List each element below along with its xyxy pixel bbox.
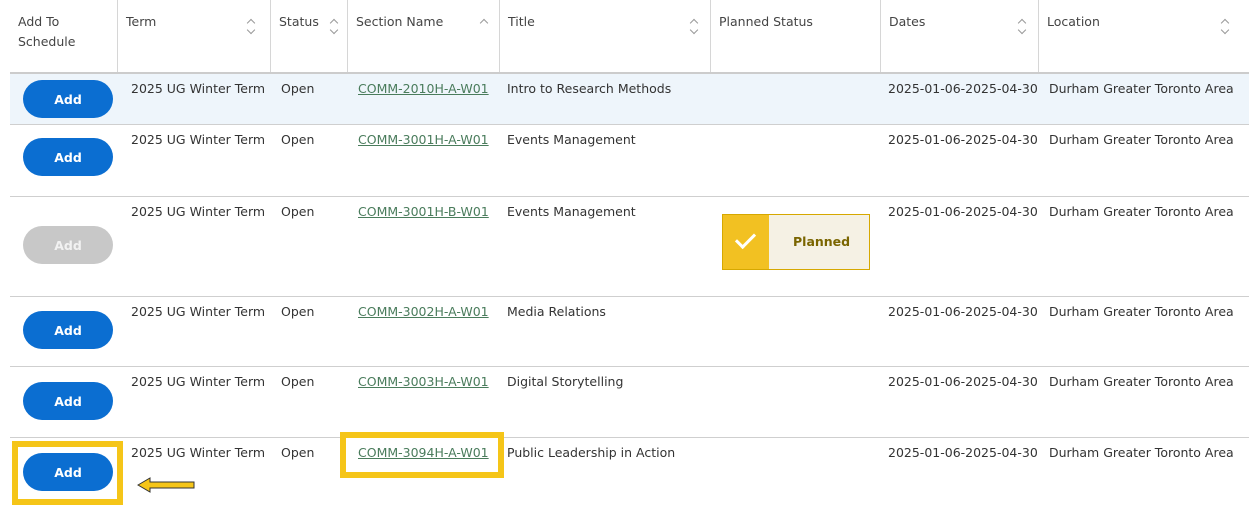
dates-cell: 2025-01-06-2025-04-30 <box>888 204 1038 219</box>
title-cell: Events Management <box>507 204 636 219</box>
location-cell: Durham Greater Toronto Area <box>1049 132 1234 147</box>
status-cell: Open <box>281 304 315 319</box>
table-row: Add 2025 UG Winter Term Open COMM-3001H-… <box>10 125 1249 197</box>
course-sections-table: Add To Schedule Term Status Section Name… <box>10 0 1249 505</box>
header-planned-status: Planned Status <box>710 0 880 72</box>
dates-cell: 2025-01-06-2025-04-30 <box>888 304 1038 319</box>
section-link[interactable]: COMM-3001H-A-W01 <box>358 132 489 147</box>
title-cell: Media Relations <box>507 304 606 319</box>
planned-label: Planned <box>793 234 851 249</box>
term-cell: 2025 UG Winter Term <box>131 374 266 389</box>
table-row: Add 2025 UG Winter Term Open COMM-3001H-… <box>10 197 1249 297</box>
header-title[interactable]: Title <box>499 0 710 72</box>
status-cell: Open <box>281 81 315 96</box>
left-arrow-icon <box>137 477 195 493</box>
title-cell: Public Leadership in Action <box>507 445 676 460</box>
header-section-name[interactable]: Section Name <box>347 0 499 72</box>
add-button[interactable]: Add <box>23 80 113 118</box>
sort-icon[interactable] <box>689 18 699 36</box>
header-status[interactable]: Status <box>270 0 347 72</box>
dates-cell: 2025-01-06-2025-04-30 <box>888 132 1038 147</box>
section-link[interactable]: COMM-3002H-A-W01 <box>358 304 489 319</box>
term-cell: 2025 UG Winter Term <box>131 132 266 147</box>
sort-up-icon[interactable] <box>479 18 489 36</box>
header-dates[interactable]: Dates <box>880 0 1038 72</box>
table-header: Add To Schedule Term Status Section Name… <box>10 0 1249 74</box>
checkmark-icon <box>723 215 769 269</box>
add-button-highlight <box>12 441 123 505</box>
add-button[interactable]: Add <box>23 138 113 176</box>
status-cell: Open <box>281 132 315 147</box>
location-cell: Durham Greater Toronto Area <box>1049 445 1234 460</box>
section-link[interactable]: COMM-3001H-B-W01 <box>358 204 489 219</box>
location-cell: Durham Greater Toronto Area <box>1049 304 1234 319</box>
title-cell: Digital Storytelling <box>507 374 624 389</box>
dates-cell: 2025-01-06-2025-04-30 <box>888 374 1038 389</box>
section-link-highlight <box>340 432 504 478</box>
header-term[interactable]: Term <box>117 0 270 72</box>
sort-icon[interactable] <box>1220 18 1230 36</box>
table-row: Add 2025 UG Winter Term Open COMM-3003H-… <box>10 367 1249 438</box>
title-cell: Events Management <box>507 132 636 147</box>
title-cell: Intro to Research Methods <box>507 81 672 96</box>
sort-icon[interactable] <box>329 18 339 36</box>
table-row: Add 2025 UG Winter Term Open COMM-3094H-… <box>10 438 1249 505</box>
location-cell: Durham Greater Toronto Area <box>1049 374 1234 389</box>
status-cell: Open <box>281 204 315 219</box>
term-cell: 2025 UG Winter Term <box>131 204 266 219</box>
dates-cell: 2025-01-06-2025-04-30 <box>888 445 1038 460</box>
term-cell: 2025 UG Winter Term <box>131 445 266 460</box>
term-cell: 2025 UG Winter Term <box>131 81 266 96</box>
status-cell: Open <box>281 445 315 460</box>
header-location[interactable]: Location <box>1038 0 1238 72</box>
sort-icon[interactable] <box>246 18 256 36</box>
add-button[interactable]: Add <box>23 382 113 420</box>
section-link[interactable]: COMM-2010H-A-W01 <box>358 81 489 96</box>
status-cell: Open <box>281 374 315 389</box>
term-cell: 2025 UG Winter Term <box>131 304 266 319</box>
location-cell: Durham Greater Toronto Area <box>1049 81 1234 96</box>
add-button-disabled: Add <box>23 226 113 264</box>
header-add-to-schedule: Add To Schedule <box>18 14 76 49</box>
table-row: Add 2025 UG Winter Term Open COMM-3002H-… <box>10 297 1249 367</box>
location-cell: Durham Greater Toronto Area <box>1049 204 1234 219</box>
planned-status-badge: Planned <box>722 214 870 270</box>
dates-cell: 2025-01-06-2025-04-30 <box>888 81 1038 96</box>
section-link[interactable]: COMM-3003H-A-W01 <box>358 374 489 389</box>
add-button[interactable]: Add <box>23 311 113 349</box>
sort-icon[interactable] <box>1017 18 1027 36</box>
table-row: Add 2025 UG Winter Term Open COMM-2010H-… <box>10 74 1249 125</box>
